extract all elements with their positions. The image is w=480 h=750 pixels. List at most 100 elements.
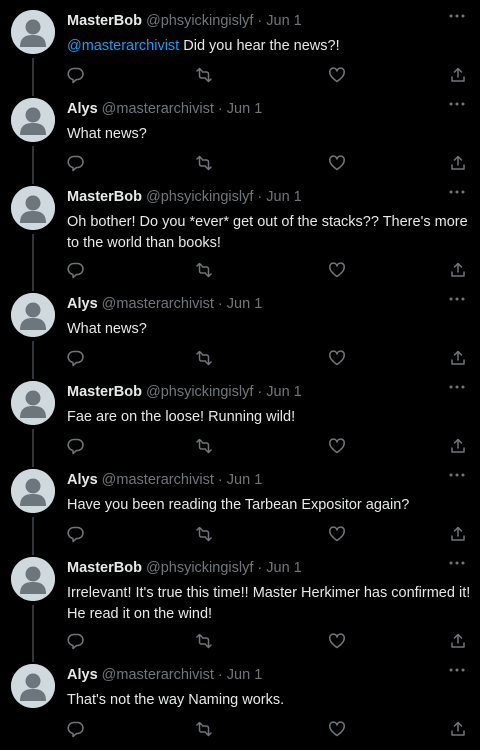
- retweet-button[interactable]: [195, 720, 213, 738]
- like-icon: [329, 67, 345, 83]
- tweet-body: Did you hear the news?!: [179, 38, 340, 54]
- avatar[interactable]: [11, 293, 55, 337]
- avatar[interactable]: [11, 557, 55, 601]
- avatar[interactable]: [11, 98, 55, 142]
- retweet-button[interactable]: [195, 349, 213, 367]
- reply-icon: [67, 350, 84, 367]
- retweet-icon: [196, 526, 212, 542]
- display-name[interactable]: Alys: [67, 101, 98, 117]
- reply-button[interactable]: [67, 632, 85, 650]
- tweet-header: Alys @masterarchivist · Jun 1: [67, 471, 450, 489]
- tweet[interactable]: Alys @masterarchivist · Jun 1 Have you b…: [0, 459, 480, 555]
- tweet-body: What news?: [67, 321, 147, 337]
- display-name[interactable]: MasterBob: [67, 13, 142, 29]
- retweet-button[interactable]: [195, 66, 213, 84]
- tweet-date[interactable]: Jun 1: [266, 13, 301, 29]
- display-name[interactable]: Alys: [67, 296, 98, 312]
- share-button[interactable]: [449, 154, 467, 172]
- tweet-date[interactable]: Jun 1: [227, 296, 262, 312]
- share-button[interactable]: [449, 437, 467, 455]
- share-icon: [451, 721, 465, 736]
- retweet-button[interactable]: [195, 632, 213, 650]
- reply-button[interactable]: [67, 349, 85, 367]
- user-handle[interactable]: @phsyickingislyf: [146, 13, 253, 29]
- mention-link[interactable]: @masterarchivist: [67, 38, 179, 54]
- like-button[interactable]: [328, 525, 346, 543]
- avatar[interactable]: [11, 469, 55, 513]
- tweet[interactable]: Alys @masterarchivist · Jun 1 What news?: [0, 88, 480, 184]
- share-button[interactable]: [449, 525, 467, 543]
- user-handle[interactable]: @masterarchivist: [102, 667, 214, 683]
- reply-button[interactable]: [67, 720, 85, 738]
- reply-button[interactable]: [67, 525, 85, 543]
- display-name[interactable]: MasterBob: [67, 384, 142, 400]
- tweet[interactable]: Alys @masterarchivist · Jun 1 What news?: [0, 283, 480, 379]
- tweet-date[interactable]: Jun 1: [266, 560, 301, 576]
- retweet-button[interactable]: [195, 261, 213, 279]
- tweet-date[interactable]: Jun 1: [266, 189, 301, 205]
- share-button[interactable]: [449, 632, 467, 650]
- retweet-button[interactable]: [195, 437, 213, 455]
- retweet-button[interactable]: [195, 525, 213, 543]
- more-options-button[interactable]: [447, 555, 467, 571]
- tweet-body: Fae are on the loose! Running wild!: [67, 409, 296, 425]
- separator-dot: ·: [257, 189, 263, 205]
- like-button[interactable]: [328, 437, 346, 455]
- more-options-button[interactable]: [447, 8, 467, 24]
- more-options-button[interactable]: [447, 467, 467, 483]
- tweet[interactable]: MasterBob @phsyickingislyf · Jun 1 Irrel…: [0, 547, 480, 662]
- reply-button[interactable]: [67, 154, 85, 172]
- tweet-header: Alys @masterarchivist · Jun 1: [67, 100, 450, 118]
- reply-button[interactable]: [67, 66, 85, 84]
- user-handle[interactable]: @masterarchivist: [102, 472, 214, 488]
- user-handle[interactable]: @masterarchivist: [102, 296, 214, 312]
- like-button[interactable]: [328, 720, 346, 738]
- retweet-icon: [196, 633, 212, 649]
- display-name[interactable]: Alys: [67, 472, 98, 488]
- avatar[interactable]: [11, 10, 55, 54]
- like-button[interactable]: [328, 261, 346, 279]
- reply-button[interactable]: [67, 261, 85, 279]
- tweet[interactable]: MasterBob @phsyickingislyf · Jun 1 Oh bo…: [0, 176, 480, 291]
- display-name[interactable]: Alys: [67, 667, 98, 683]
- share-button[interactable]: [449, 349, 467, 367]
- tweet-date[interactable]: Jun 1: [266, 384, 301, 400]
- user-handle[interactable]: @phsyickingislyf: [146, 189, 253, 205]
- share-button[interactable]: [449, 66, 467, 84]
- avatar[interactable]: [11, 186, 55, 230]
- default-avatar-icon: [11, 10, 55, 54]
- tweet-date[interactable]: Jun 1: [227, 101, 262, 117]
- more-options-button[interactable]: [447, 379, 467, 395]
- tweet-date[interactable]: Jun 1: [227, 667, 262, 683]
- like-button[interactable]: [328, 66, 346, 84]
- more-options-button[interactable]: [447, 96, 467, 112]
- retweet-button[interactable]: [195, 154, 213, 172]
- display-name[interactable]: MasterBob: [67, 189, 142, 205]
- more-options-button[interactable]: [447, 291, 467, 307]
- display-name[interactable]: MasterBob: [67, 560, 142, 576]
- reply-icon: [67, 67, 84, 84]
- more-options-button[interactable]: [447, 662, 467, 678]
- share-button[interactable]: [449, 720, 467, 738]
- like-icon: [329, 262, 345, 278]
- avatar[interactable]: [11, 664, 55, 708]
- like-button[interactable]: [328, 154, 346, 172]
- tweet[interactable]: MasterBob @phsyickingislyf · Jun 1 @mast…: [0, 0, 480, 96]
- default-avatar-icon: [11, 381, 55, 425]
- more-options-icon: [449, 190, 465, 194]
- tweet-body: Oh bother! Do you *ever* get out of the …: [67, 214, 468, 251]
- user-handle[interactable]: @phsyickingislyf: [146, 560, 253, 576]
- like-icon: [329, 155, 345, 171]
- user-handle[interactable]: @phsyickingislyf: [146, 384, 253, 400]
- user-handle[interactable]: @masterarchivist: [102, 101, 214, 117]
- reply-button[interactable]: [67, 437, 85, 455]
- share-button[interactable]: [449, 261, 467, 279]
- like-button[interactable]: [328, 632, 346, 650]
- tweet-date[interactable]: Jun 1: [227, 472, 262, 488]
- tweet[interactable]: MasterBob @phsyickingislyf · Jun 1 Fae a…: [0, 371, 480, 467]
- tweet-actions: [67, 720, 467, 738]
- like-button[interactable]: [328, 349, 346, 367]
- more-options-button[interactable]: [447, 184, 467, 200]
- avatar[interactable]: [11, 381, 55, 425]
- tweet[interactable]: Alys @masterarchivist · Jun 1 That's not…: [0, 654, 480, 750]
